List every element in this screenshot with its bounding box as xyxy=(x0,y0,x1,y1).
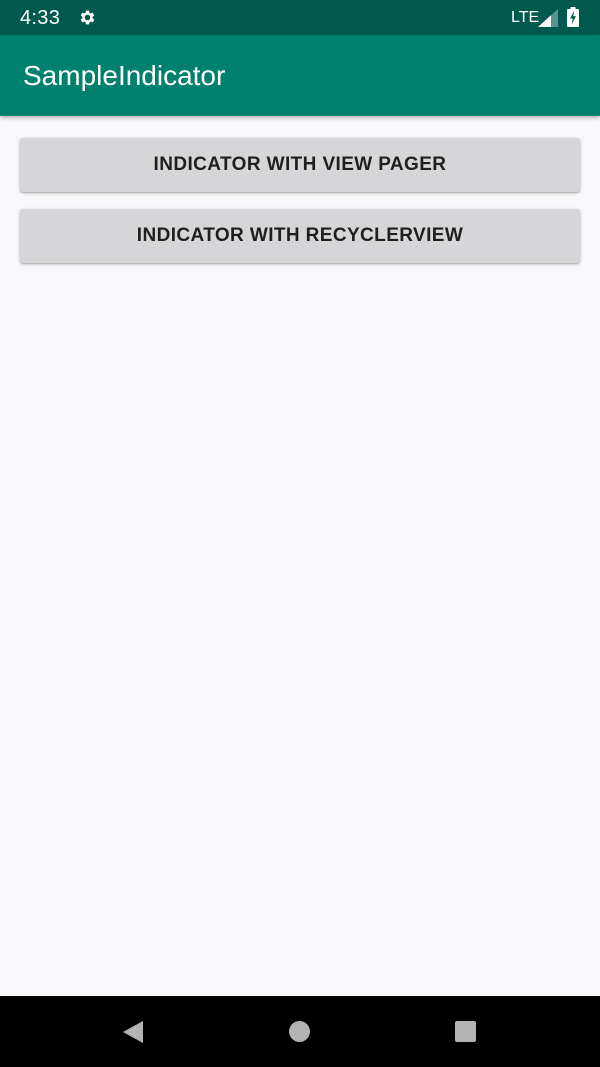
indicator-recyclerview-button[interactable]: INDICATOR WITH RECYCLERVIEW xyxy=(20,209,580,263)
back-icon[interactable] xyxy=(122,1021,144,1043)
status-bar: 4:33 LTE xyxy=(0,0,600,35)
network-type-label: LTE xyxy=(511,9,540,26)
signal-icon xyxy=(538,9,558,27)
gear-icon xyxy=(80,10,95,25)
battery-charging-icon xyxy=(567,7,579,27)
recents-icon[interactable] xyxy=(455,1021,476,1042)
app-bar: SampleIndicator xyxy=(0,35,600,116)
main-content: INDICATOR WITH VIEW PAGER INDICATOR WITH… xyxy=(0,116,600,996)
navigation-bar xyxy=(0,996,600,1067)
app-title: SampleIndicator xyxy=(23,60,226,91)
home-icon[interactable] xyxy=(289,1021,310,1042)
indicator-view-pager-button[interactable]: INDICATOR WITH VIEW PAGER xyxy=(20,138,580,192)
status-time: 4:33 xyxy=(20,7,61,29)
